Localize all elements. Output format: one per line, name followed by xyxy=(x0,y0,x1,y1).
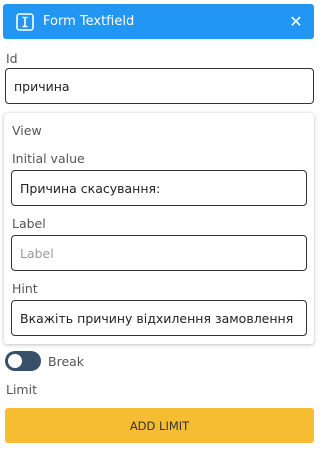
view-section: View Initial value Label Hint xyxy=(4,113,314,344)
initial-value-input[interactable] xyxy=(11,170,307,206)
hint-input[interactable] xyxy=(11,300,307,336)
add-limit-button[interactable]: ADD LIMIT xyxy=(5,408,314,443)
toggle-knob xyxy=(8,354,22,368)
view-section-title: View xyxy=(12,123,42,138)
label-field-label: Label xyxy=(12,216,46,231)
id-label: Id xyxy=(6,51,18,66)
limit-label: Limit xyxy=(6,382,37,397)
close-icon[interactable]: ✕ xyxy=(288,4,304,39)
hint-label: Hint xyxy=(12,281,38,296)
id-input[interactable] xyxy=(5,68,314,104)
label-input[interactable] xyxy=(11,235,307,271)
panel-title: Form Textfield xyxy=(43,14,135,29)
break-label: Break xyxy=(48,354,85,369)
break-toggle[interactable] xyxy=(5,351,41,371)
initial-value-label: Initial value xyxy=(12,151,85,166)
text-cursor-icon xyxy=(16,13,34,31)
panel-header: Form Textfield ✕ xyxy=(3,4,314,39)
